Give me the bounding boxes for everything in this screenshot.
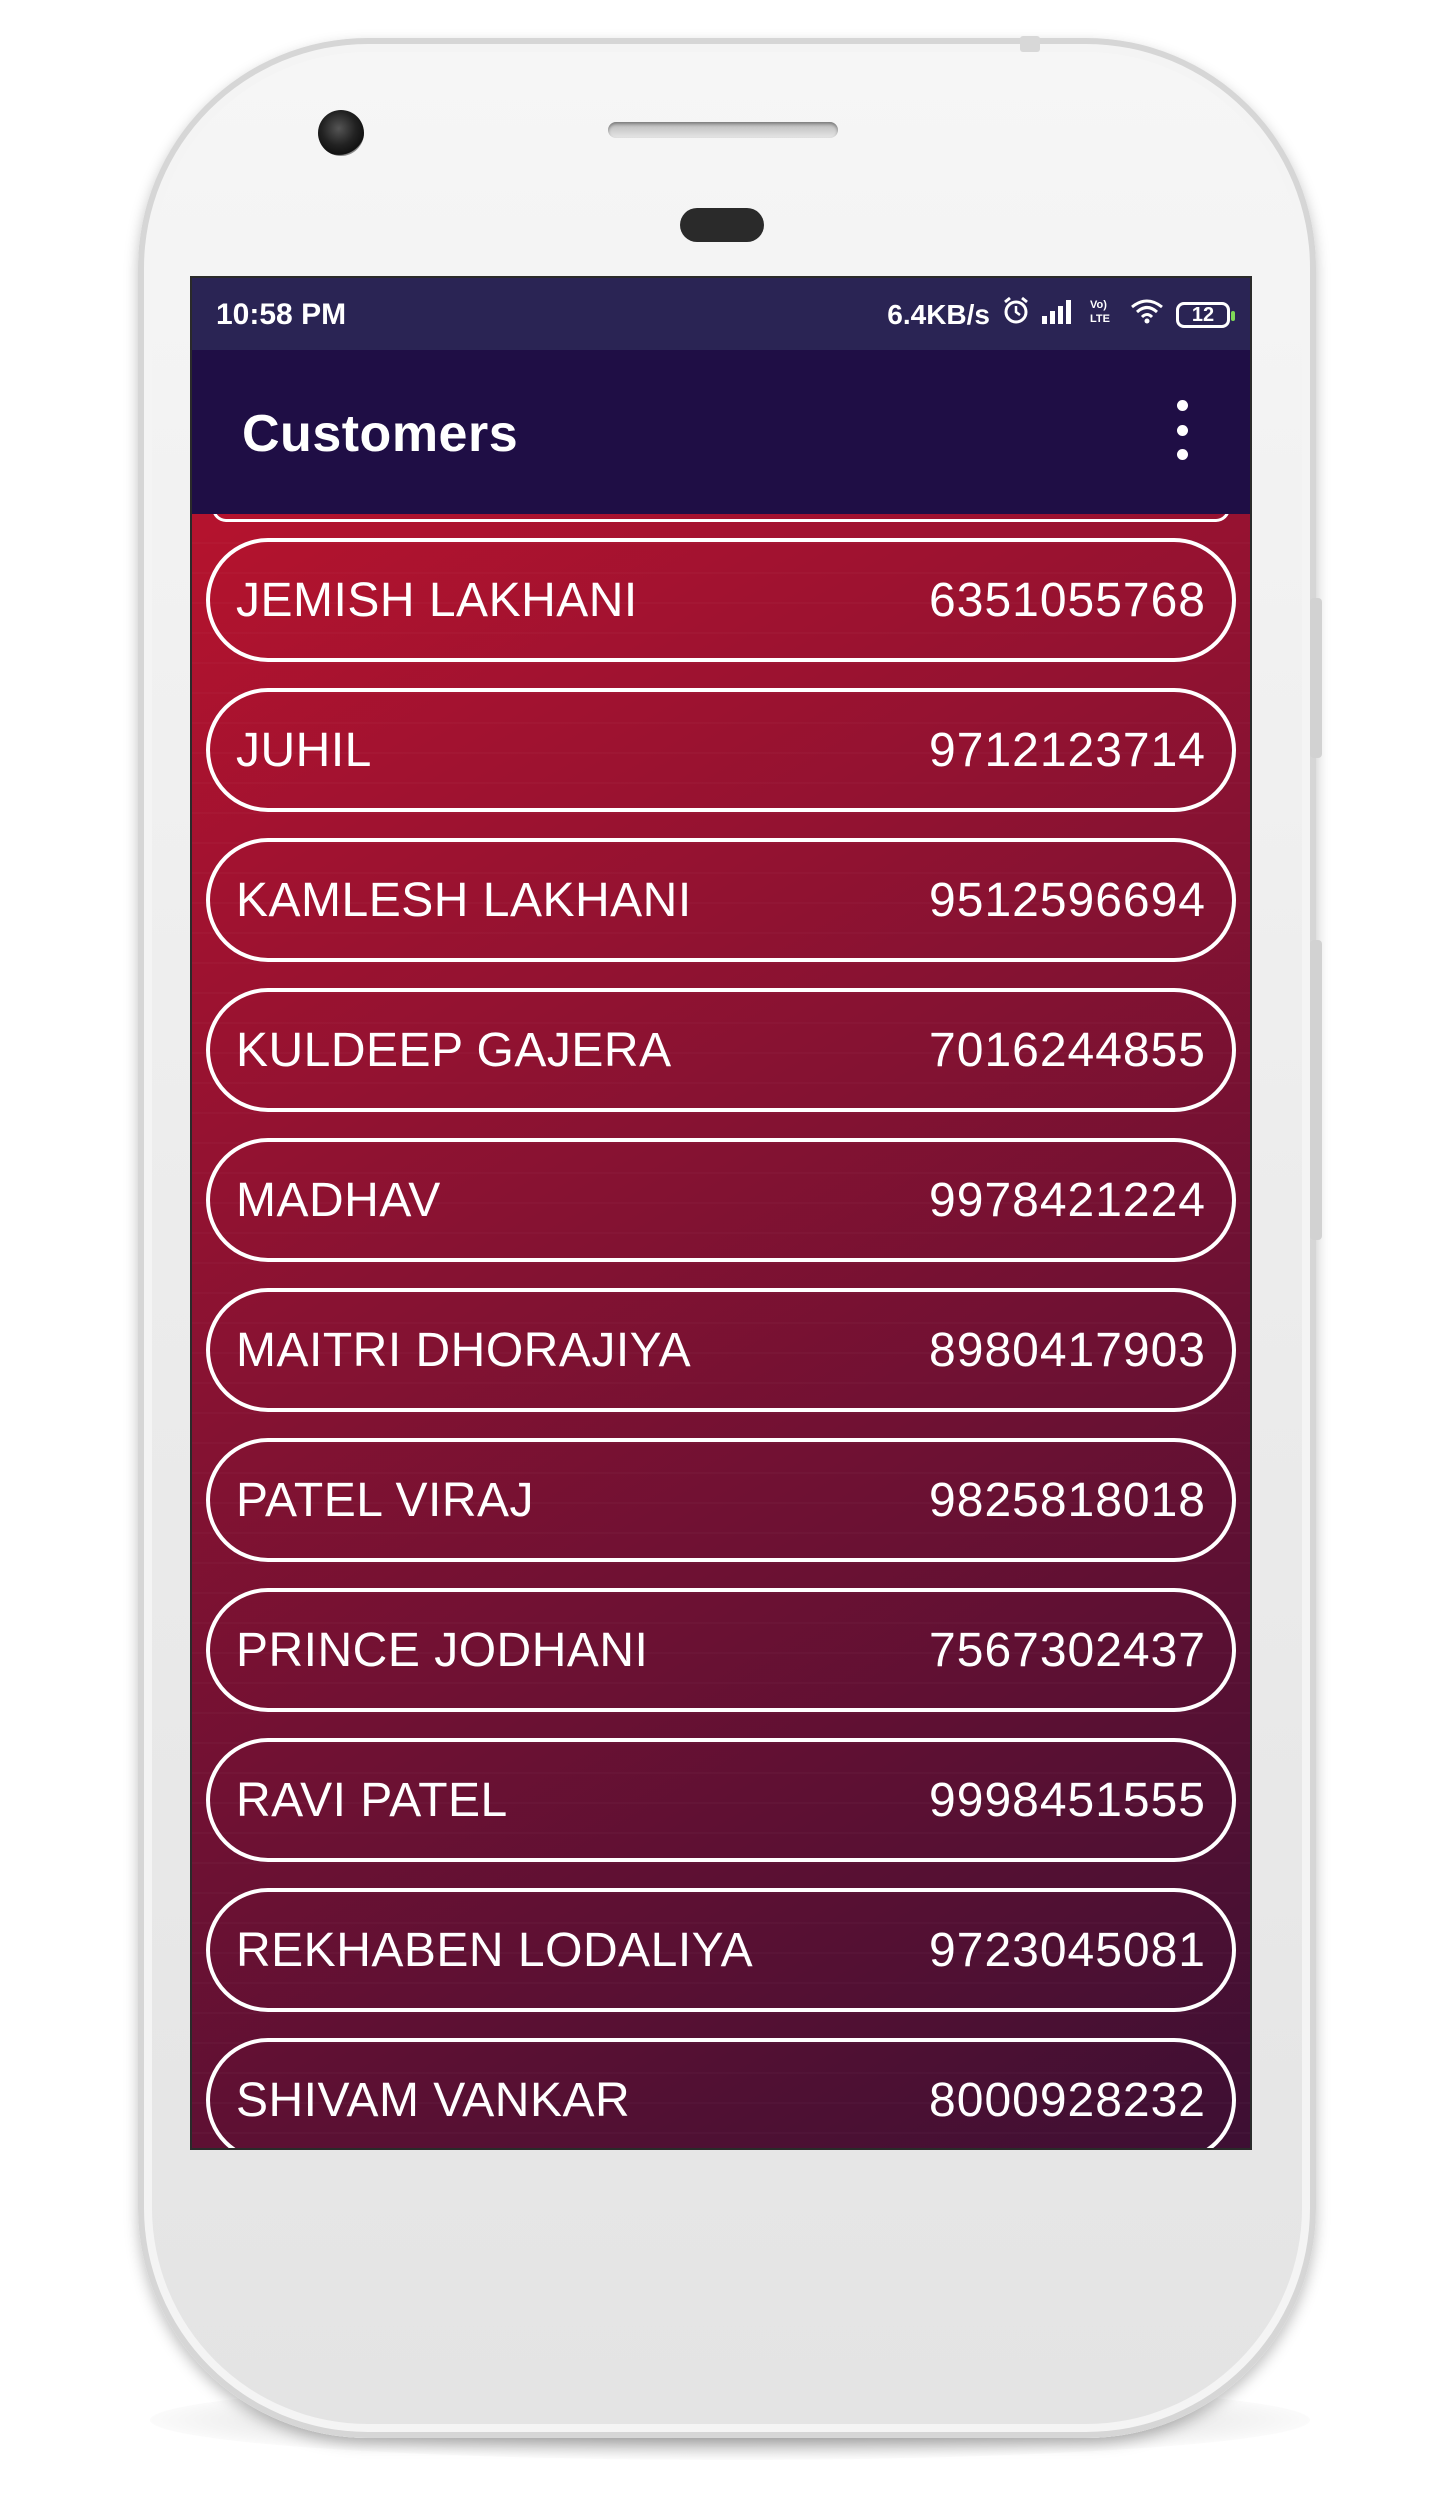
status-indicators: 6.4KB/s Vo) LTE 12 bbox=[887, 296, 1235, 334]
customer-phone: 6351055768 bbox=[929, 573, 1206, 627]
page-title: Customers bbox=[242, 405, 519, 463]
volume-button bbox=[1310, 598, 1322, 758]
dot bbox=[1176, 449, 1188, 460]
customer-phone: 9978421224 bbox=[929, 1173, 1206, 1227]
battery-icon: 12 bbox=[1176, 302, 1235, 328]
customer-name: MADHAV bbox=[236, 1173, 441, 1227]
customer-name: KULDEEP GAJERA bbox=[236, 1023, 672, 1077]
network-speed: 6.4KB/s bbox=[887, 299, 990, 330]
previous-row-edge bbox=[212, 514, 1230, 522]
customer-row[interactable]: PRINCE JODHANI 7567302437 bbox=[206, 1588, 1236, 1712]
customer-row[interactable]: KULDEEP GAJERA 7016244855 bbox=[206, 988, 1236, 1112]
customer-row[interactable]: MADHAV 9978421224 bbox=[206, 1138, 1236, 1262]
svg-text:Vo): Vo) bbox=[1090, 299, 1107, 311]
volte-icon: Vo) LTE bbox=[1088, 296, 1118, 334]
customer-phone: 7016244855 bbox=[929, 1023, 1206, 1077]
customer-row[interactable]: MAITRI DHORAJIYA 8980417903 bbox=[206, 1288, 1236, 1412]
customer-row[interactable]: KAMLESH LAKHANI 9512596694 bbox=[206, 838, 1236, 962]
wifi-icon bbox=[1130, 297, 1164, 333]
customer-name: PATEL VIRAJ bbox=[236, 1473, 535, 1527]
app-bar: Customers bbox=[192, 350, 1250, 514]
status-bar: 10:58 PM 6.4KB/s Vo) LTE 12 bbox=[192, 278, 1250, 350]
power-button bbox=[1310, 940, 1322, 1240]
customer-phone: 9723045081 bbox=[929, 1923, 1206, 1977]
customer-phone: 9825818018 bbox=[929, 1473, 1206, 1527]
alarm-icon bbox=[1002, 296, 1030, 334]
svg-text:LTE: LTE bbox=[1090, 313, 1110, 325]
status-time: 10:58 PM bbox=[216, 298, 347, 331]
proximity-sensor bbox=[680, 208, 764, 242]
signal-icon bbox=[1042, 298, 1076, 332]
customer-list-container[interactable]: JEMISH LAKHANI 6351055768 JUHIL 9712123714 K… bbox=[192, 514, 1250, 2148]
overflow-menu-icon[interactable] bbox=[1172, 400, 1192, 460]
customer-name: MAITRI DHORAJIYA bbox=[236, 1323, 692, 1377]
screen: 10:58 PM 6.4KB/s Vo) LTE 12 Customers JE… bbox=[192, 278, 1250, 2148]
customer-phone: 8980417903 bbox=[929, 1323, 1206, 1377]
customer-name: JEMISH LAKHANI bbox=[236, 573, 638, 627]
customer-row[interactable]: PATEL VIRAJ 9825818018 bbox=[206, 1438, 1236, 1562]
customer-row[interactable]: RAVI PATEL 9998451555 bbox=[206, 1738, 1236, 1862]
customer-row[interactable]: REKHABEN LODALIYA 9723045081 bbox=[206, 1888, 1236, 2012]
customer-row[interactable]: JEMISH LAKHANI 6351055768 bbox=[206, 538, 1236, 662]
customer-phone: 8000928232 bbox=[929, 2073, 1206, 2127]
front-camera bbox=[318, 110, 364, 156]
customer-list: JEMISH LAKHANI 6351055768 JUHIL 9712123714 K… bbox=[192, 538, 1250, 2148]
customer-phone: 9512596694 bbox=[929, 873, 1206, 927]
phone-top-button bbox=[1020, 36, 1040, 52]
customer-name: KAMLESH LAKHANI bbox=[236, 873, 692, 927]
customer-name: REKHABEN LODALIYA bbox=[236, 1923, 754, 1977]
customer-phone: 9998451555 bbox=[929, 1773, 1206, 1827]
customer-phone: 7567302437 bbox=[929, 1623, 1206, 1677]
customer-phone: 9712123714 bbox=[929, 723, 1206, 777]
customer-name: RAVI PATEL bbox=[236, 1773, 508, 1827]
customer-name: JUHIL bbox=[236, 723, 372, 777]
customer-name: SHIVAM VANKAR bbox=[236, 2073, 631, 2127]
customer-row[interactable]: SHIVAM VANKAR 8000928232 bbox=[206, 2038, 1236, 2148]
customer-row[interactable]: JUHIL 9712123714 bbox=[206, 688, 1236, 812]
dot bbox=[1176, 424, 1188, 436]
earpiece-speaker bbox=[608, 122, 838, 138]
dot bbox=[1176, 400, 1188, 411]
device-mockup: 10:58 PM 6.4KB/s Vo) LTE 12 Customers JE… bbox=[0, 0, 1454, 2514]
customer-name: PRINCE JODHANI bbox=[236, 1623, 649, 1677]
